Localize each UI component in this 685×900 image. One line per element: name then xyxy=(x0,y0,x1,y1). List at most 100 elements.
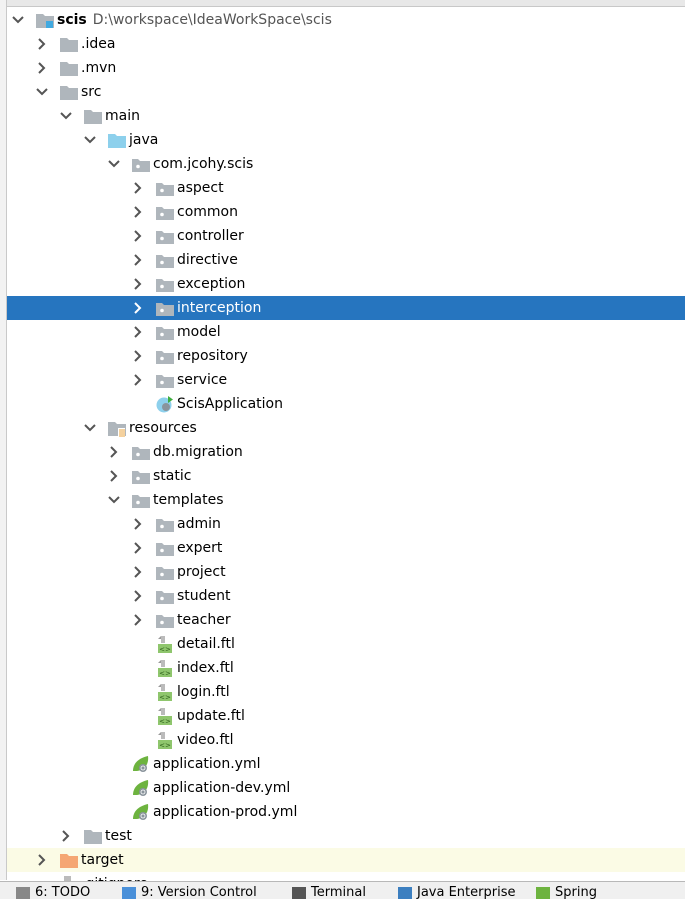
tree-item-service[interactable]: service xyxy=(7,368,685,392)
chevron-right-icon[interactable] xyxy=(131,325,145,339)
tree-item-com-jcohy-scis[interactable]: com.jcohy.scis xyxy=(7,152,685,176)
version-control-icon xyxy=(122,886,136,899)
chevron-right-icon[interactable] xyxy=(131,349,145,363)
tree-item-controller[interactable]: controller xyxy=(7,224,685,248)
tree-item-static[interactable]: static xyxy=(7,464,685,488)
tree-item-login-ftl[interactable]: <> login.ftl xyxy=(7,680,685,704)
tree-item-label: index.ftl xyxy=(177,660,234,676)
chevron-right-icon[interactable] xyxy=(131,517,145,531)
tree-item-label: controller xyxy=(177,228,244,244)
bottom-tool-window-bar: 6: TODO 9: Version Control Terminal Java En… xyxy=(0,881,685,900)
chevron-right-icon[interactable] xyxy=(131,589,145,603)
chevron-right-icon[interactable] xyxy=(131,613,145,627)
svg-text:<>: <> xyxy=(159,718,171,726)
chevron-right-icon[interactable] xyxy=(131,301,145,315)
java-enterprise-icon xyxy=(398,886,412,899)
chevron-down-icon[interactable] xyxy=(83,133,97,147)
chevron-down-icon[interactable] xyxy=(107,493,121,507)
chevron-right-icon[interactable] xyxy=(131,277,145,291)
tree-item-idea[interactable]: .idea xyxy=(7,32,685,56)
tree-item-scis[interactable]: scis D:\workspace\IdeaWorkSpace\scis xyxy=(7,8,685,32)
tree-item-test[interactable]: test xyxy=(7,824,685,848)
tree-item-resources[interactable]: resources xyxy=(7,416,685,440)
chevron-right-icon[interactable] xyxy=(131,541,145,555)
chevron-right-icon[interactable] xyxy=(131,181,145,195)
tree-item-index-ftl[interactable]: <> index.ftl xyxy=(7,656,685,680)
tree-item-src[interactable]: src xyxy=(7,80,685,104)
chevron-right-icon[interactable] xyxy=(35,61,49,75)
tree-item-interception[interactable]: interception xyxy=(7,296,685,320)
chevron-down-icon[interactable] xyxy=(11,13,25,27)
tree-item-application-yml[interactable]: application.yml xyxy=(7,752,685,776)
tree-item-label: src xyxy=(81,84,102,100)
tree-item-student[interactable]: student xyxy=(7,584,685,608)
chevron-right-icon[interactable] xyxy=(35,853,49,867)
chevron-down-icon[interactable] xyxy=(83,421,97,435)
tree-item-label: model xyxy=(177,324,221,340)
chevron-right-icon[interactable] xyxy=(131,565,145,579)
tree-item-label: service xyxy=(177,372,228,388)
tree-item-detail-ftl[interactable]: <> detail.ftl xyxy=(7,632,685,656)
tree-item-label: expert xyxy=(177,540,223,556)
tree-item-label: ScisApplication xyxy=(177,396,283,412)
tree-item-label: login.ftl xyxy=(177,684,230,700)
chevron-right-icon[interactable] xyxy=(59,829,73,843)
chevron-down-icon[interactable] xyxy=(107,157,121,171)
package-icon xyxy=(155,179,175,197)
svg-text:<>: <> xyxy=(159,646,171,654)
tree-item-templates[interactable]: templates xyxy=(7,488,685,512)
folder-icon xyxy=(83,827,103,845)
package-icon xyxy=(131,155,151,173)
tree-item-aspect[interactable]: aspect xyxy=(7,176,685,200)
tree-item-video-ftl[interactable]: <> video.ftl xyxy=(7,728,685,752)
tree-item-admin[interactable]: admin xyxy=(7,512,685,536)
tree-item-common[interactable]: common xyxy=(7,200,685,224)
tree-item-directive[interactable]: directive xyxy=(7,248,685,272)
tree-item-exception[interactable]: exception xyxy=(7,272,685,296)
package-icon xyxy=(131,491,151,509)
chevron-right-icon[interactable] xyxy=(131,229,145,243)
package-icon xyxy=(155,299,175,317)
chevron-right-icon[interactable] xyxy=(131,205,145,219)
package-icon xyxy=(155,323,175,341)
tree-item-main[interactable]: main xyxy=(7,104,685,128)
tree-item-target[interactable]: target xyxy=(7,848,685,872)
tree-item-scisapplication[interactable]: ScisApplication xyxy=(7,392,685,416)
tree-item-update-ftl[interactable]: <> update.ftl xyxy=(7,704,685,728)
package-icon xyxy=(155,587,175,605)
tree-item-teacher[interactable]: teacher xyxy=(7,608,685,632)
tree-item-db-migration[interactable]: db.migration xyxy=(7,440,685,464)
tree-item-expert[interactable]: expert xyxy=(7,536,685,560)
left-tool-strip xyxy=(0,0,7,880)
tree-item-label: directive xyxy=(177,252,238,268)
tree-item-label: repository xyxy=(177,348,248,364)
folder-icon xyxy=(83,107,103,125)
package-icon xyxy=(155,227,175,245)
chevron-down-icon[interactable] xyxy=(35,85,49,99)
ftl-file-icon: <> xyxy=(155,683,175,702)
tree-item-label: com.jcohy.scis xyxy=(153,156,254,172)
chevron-right-icon[interactable] xyxy=(107,445,121,459)
tree-item-java[interactable]: java xyxy=(7,128,685,152)
package-icon xyxy=(155,275,175,293)
source-folder-icon xyxy=(107,131,127,149)
chevron-right-icon[interactable] xyxy=(131,373,145,387)
chevron-right-icon[interactable] xyxy=(131,253,145,267)
tree-item-application-prod-yml[interactable]: application-prod.yml xyxy=(7,800,685,824)
tree-item-application-dev-yml[interactable]: application-dev.yml xyxy=(7,776,685,800)
spring-config-icon xyxy=(131,803,151,821)
tree-item-label: video.ftl xyxy=(177,732,234,748)
tree-item-label: target xyxy=(81,852,124,868)
tree-item-label: common xyxy=(177,204,238,220)
spring-config-icon xyxy=(131,779,151,797)
chevron-right-icon[interactable] xyxy=(107,469,121,483)
chevron-right-icon[interactable] xyxy=(35,37,49,51)
folder-icon xyxy=(59,83,79,101)
chevron-down-icon[interactable] xyxy=(59,109,73,123)
tree-item-mvn[interactable]: .mvn xyxy=(7,56,685,80)
tree-item-label: aspect xyxy=(177,180,224,196)
tree-item-project[interactable]: project xyxy=(7,560,685,584)
tree-item-repository[interactable]: repository xyxy=(7,344,685,368)
tree-item-model[interactable]: model xyxy=(7,320,685,344)
tree-item-label: .idea xyxy=(81,36,116,52)
